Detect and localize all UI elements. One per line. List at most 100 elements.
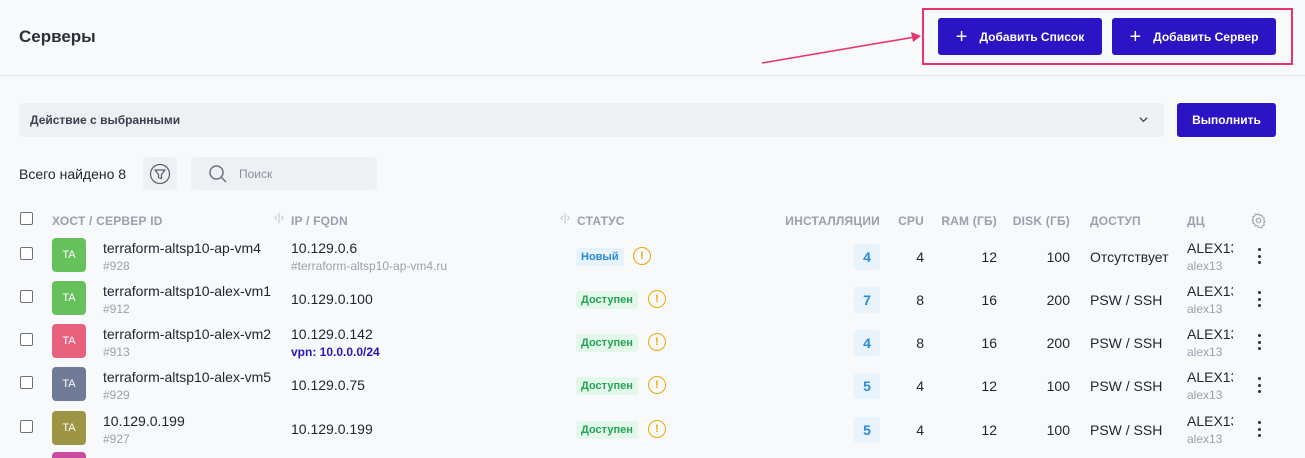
page-title: Серверы — [19, 27, 96, 46]
row-checkbox[interactable] — [20, 333, 33, 346]
column-resize-handle[interactable]: ‹|› — [274, 212, 284, 224]
plus-icon: + — [1129, 25, 1142, 48]
table-row[interactable]: TA terraform-altsp10-alex-vm5 #929 10.12… — [0, 365, 1305, 408]
avatar — [52, 452, 86, 458]
disk-value: 100 — [1046, 249, 1070, 265]
datacenter-code: alex13 — [1187, 302, 1223, 316]
row-checkbox[interactable] — [20, 376, 33, 389]
avatar: TA — [52, 281, 86, 315]
column-header-ram[interactable]: RAM (ГБ) — [930, 214, 997, 228]
installs-count[interactable]: 5 — [854, 417, 880, 443]
gear-icon[interactable] — [1250, 212, 1267, 229]
status-badge: Доступен — [576, 421, 638, 439]
disk-value: 200 — [1046, 335, 1070, 351]
avatar: TA — [52, 324, 86, 358]
column-header-access[interactable]: ДОСТУП — [1090, 214, 1141, 228]
add-list-label: Добавить Список — [979, 29, 1085, 44]
search-icon — [209, 165, 227, 183]
row-checkbox[interactable] — [20, 247, 33, 260]
table-row[interactable]: TA 10.129.0.199 #927 10.129.0.199 Доступ… — [0, 409, 1305, 452]
installs-count[interactable]: 5 — [854, 373, 880, 399]
disk-value: 200 — [1046, 292, 1070, 308]
host-name[interactable]: 10.129.0.199 — [103, 413, 185, 429]
access-value: Отсутствует — [1090, 249, 1169, 265]
ram-value: 12 — [981, 378, 997, 394]
filter-button[interactable] — [143, 157, 177, 190]
column-header-host[interactable]: ХОСТ / СЕРВЕР ID — [52, 214, 163, 228]
ip-address: 10.129.0.100 — [291, 291, 373, 307]
ip-address: 10.129.0.199 — [291, 421, 373, 437]
warning-icon[interactable]: ! — [648, 333, 666, 351]
host-name[interactable]: terraform-altsp10-alex-vm1 — [103, 283, 271, 299]
disk-value: 100 — [1046, 378, 1070, 394]
page-header: Серверы + Добавить Список + Добавить Сер… — [0, 0, 1305, 76]
installs-count[interactable]: 4 — [854, 330, 880, 356]
search-input[interactable] — [239, 165, 369, 183]
column-header-installs[interactable]: ИНСТАЛЛЯЦИИ — [760, 214, 880, 228]
datacenter-code: alex13 — [1187, 432, 1223, 446]
funnel-icon — [149, 163, 171, 184]
run-button[interactable]: Выполнить — [1177, 103, 1276, 137]
table-row[interactable]: TA terraform-altsp10-alex-vm1 #912 10.12… — [0, 279, 1305, 322]
access-value: PSW / SSH — [1090, 335, 1163, 351]
installs-count[interactable]: 7 — [854, 287, 880, 313]
column-header-disk[interactable]: DISK (ГБ) — [1000, 214, 1070, 228]
access-value: PSW / SSH — [1090, 422, 1163, 438]
host-name[interactable]: terraform-altsp10-ap-vm4 — [103, 240, 261, 256]
datacenter-name: ALEX13 — [1187, 240, 1233, 256]
disk-value: 100 — [1046, 422, 1070, 438]
table-row[interactable]: TA terraform-altsp10-ap-vm4 #928 10.129.… — [0, 236, 1305, 279]
plus-icon: + — [955, 25, 968, 48]
warning-icon[interactable]: ! — [648, 290, 666, 308]
more-actions-icon[interactable] — [1250, 289, 1268, 309]
host-name[interactable]: terraform-altsp10-alex-vm5 — [103, 369, 271, 385]
column-header-cpu[interactable]: CPU — [884, 214, 924, 228]
more-actions-icon[interactable] — [1250, 375, 1268, 395]
cpu-value: 4 — [916, 249, 924, 265]
datacenter-code: alex13 — [1187, 259, 1223, 273]
more-actions-icon[interactable] — [1250, 246, 1268, 266]
ram-value: 12 — [981, 422, 997, 438]
more-actions-icon[interactable] — [1250, 419, 1268, 439]
datacenter-name: ALEX13 — [1187, 283, 1233, 299]
add-list-button[interactable]: + Добавить Список — [938, 18, 1102, 55]
warning-icon[interactable]: ! — [633, 247, 651, 265]
column-header-status[interactable]: СТАТУС — [577, 214, 625, 228]
table-row[interactable]: TA terraform-altsp10-alex-vm2 #913 10.12… — [0, 322, 1305, 365]
column-header-ip[interactable]: IP / FQDN — [291, 214, 348, 228]
fqdn: #terraform-altsp10-ap-vm4.ru — [291, 259, 448, 273]
cpu-value: 8 — [916, 335, 924, 351]
cpu-value: 4 — [916, 378, 924, 394]
access-value: PSW / SSH — [1090, 378, 1163, 394]
results-count: Всего найдено 8 — [19, 166, 127, 182]
datacenter-code: alex13 — [1187, 388, 1223, 402]
installs-count[interactable]: 4 — [854, 244, 880, 270]
add-server-button[interactable]: + Добавить Сервер — [1112, 18, 1276, 55]
ram-value: 16 — [981, 292, 997, 308]
avatar: TA — [52, 238, 86, 272]
ip-address: 10.129.0.6 — [291, 240, 358, 256]
column-header-dc[interactable]: ДЦ — [1187, 214, 1205, 228]
access-value: PSW / SSH — [1090, 292, 1163, 308]
datacenter-code: alex13 — [1187, 345, 1223, 359]
ram-value: 12 — [981, 249, 997, 265]
ip-address: 10.129.0.75 — [291, 377, 365, 393]
row-checkbox[interactable] — [20, 290, 33, 303]
server-id: #928 — [103, 259, 130, 273]
status-badge: Доступен — [576, 377, 638, 395]
bulk-action-select[interactable]: Действие с выбранными — [19, 103, 1164, 137]
datacenter-name: ALEX13 — [1187, 326, 1233, 342]
column-resize-handle[interactable]: ‹|› — [560, 212, 570, 224]
warning-icon[interactable]: ! — [648, 420, 666, 438]
server-id: #912 — [103, 302, 130, 316]
more-actions-icon[interactable] — [1250, 332, 1268, 352]
host-name[interactable]: terraform-altsp10-alex-vm2 — [103, 326, 271, 342]
annotation-arrow-icon — [761, 32, 921, 64]
search-box — [191, 157, 377, 190]
run-label: Выполнить — [1192, 113, 1261, 127]
warning-icon[interactable]: ! — [648, 376, 666, 394]
server-id: #929 — [103, 388, 130, 402]
avatar: TA — [52, 411, 86, 445]
select-all-checkbox[interactable] — [20, 212, 33, 225]
row-checkbox[interactable] — [20, 420, 33, 433]
